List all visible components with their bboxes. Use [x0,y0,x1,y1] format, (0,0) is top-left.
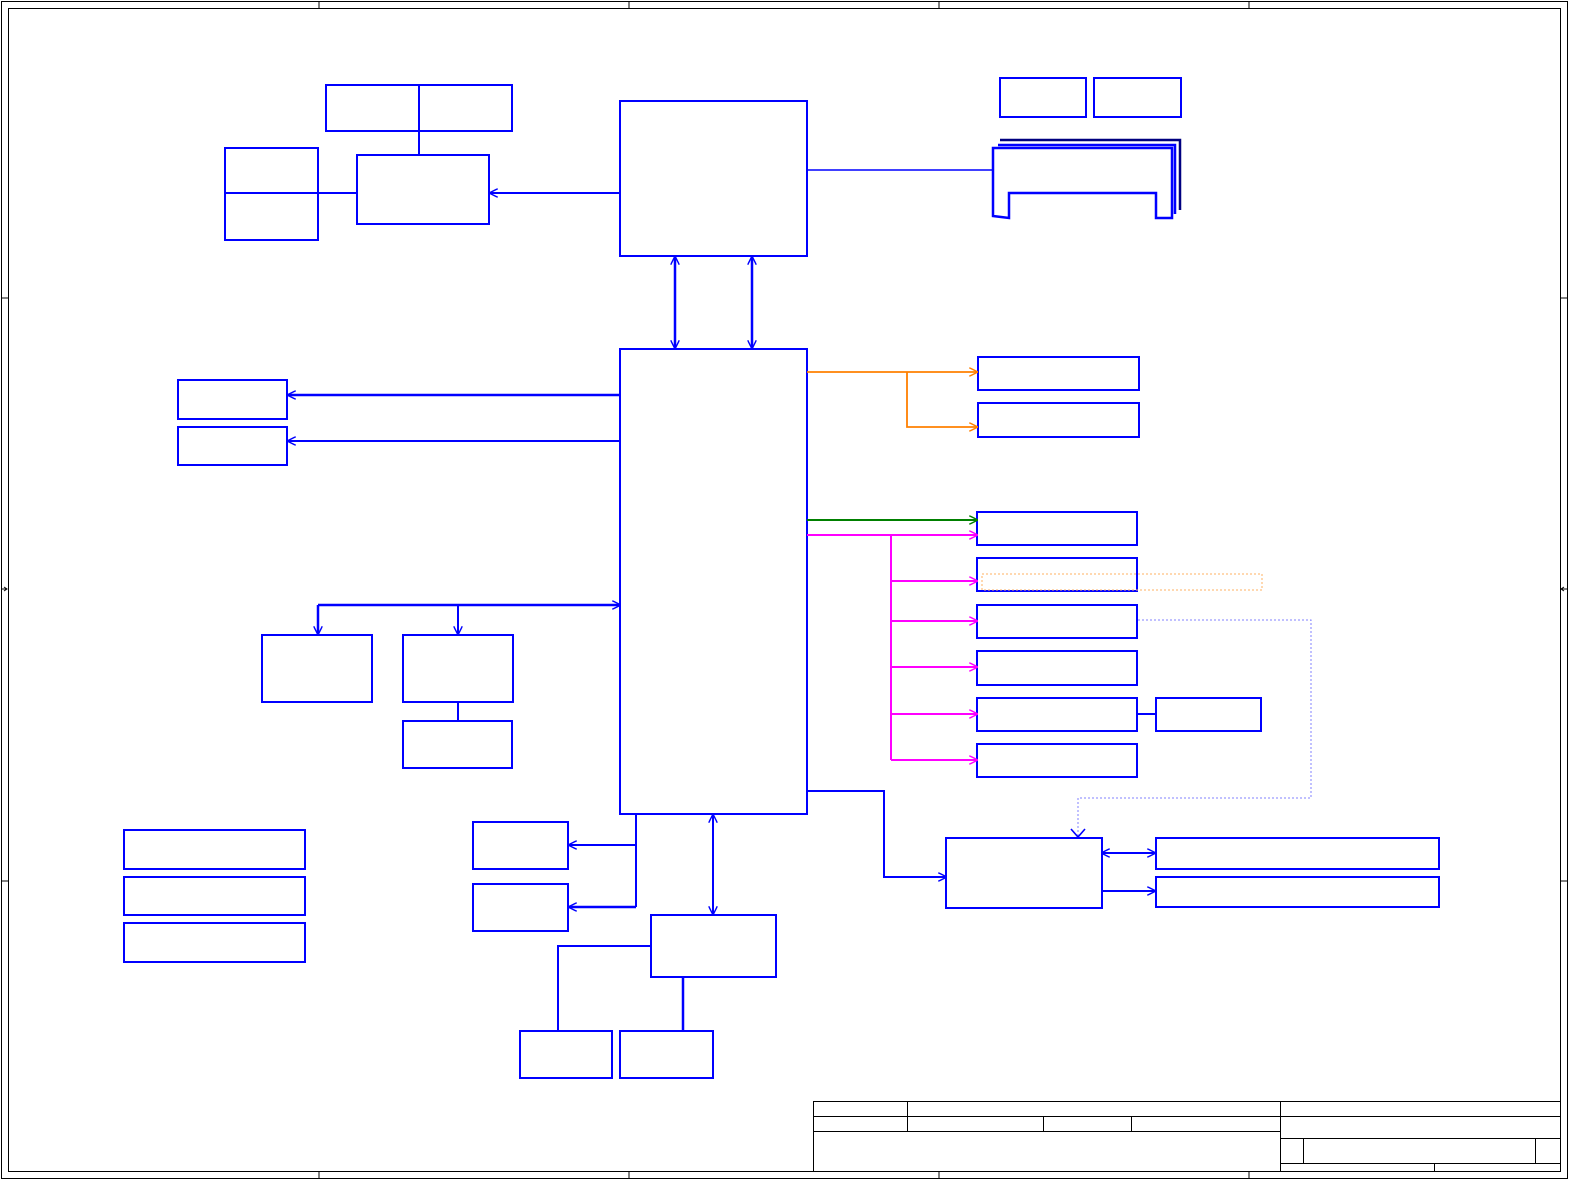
hub-block[interactable] [619,348,808,815]
title-block [813,1101,1561,1172]
small-block-b[interactable] [1093,77,1182,118]
memory-slot-connector[interactable] [991,138,1182,220]
upper-mid-block[interactable] [356,154,490,225]
schematic-canvas [1,1,1568,1179]
hub-to-ec-link [807,790,946,877]
south-bottom-1-link [557,945,651,1031]
magenta-target-2[interactable] [976,604,1138,639]
drawing-frame [1,1,1568,1179]
long-block-2[interactable] [1155,876,1440,908]
lower-left-block-1[interactable] [261,634,373,703]
south-bottom-1[interactable] [519,1030,613,1079]
magenta-bus [807,535,977,760]
orange-bus [807,372,977,427]
south-small-2[interactable] [472,883,569,932]
magenta-target-3[interactable] [976,650,1138,686]
small-block-a[interactable] [999,77,1087,118]
orange-target-2[interactable] [977,402,1140,438]
magenta-target-4[interactable] [976,697,1138,732]
cpu-block[interactable] [619,100,808,257]
left-out-block-2[interactable] [177,426,288,466]
long-block-1[interactable] [1155,837,1440,870]
magenta-target-1[interactable] [976,557,1138,592]
orange-target-1[interactable] [977,356,1140,391]
lower-left-block-2[interactable] [402,634,514,703]
green-target[interactable] [976,511,1138,546]
ec-block[interactable] [945,837,1103,909]
dotted-link-to-ec [1077,619,1312,836]
south-small-1[interactable] [472,821,569,870]
south-bridge-block[interactable] [650,914,777,978]
left-out-block-1[interactable] [177,379,288,420]
magenta-target-5[interactable] [976,743,1138,778]
dotted-orange-outline [981,573,1263,591]
south-bottom-2[interactable] [619,1030,714,1079]
lower-left-block-3[interactable] [402,720,513,769]
legend-block-2[interactable] [123,876,306,916]
legend-block-3[interactable] [123,922,306,963]
side-block[interactable] [1155,697,1262,732]
legend-block-1[interactable] [123,829,306,870]
